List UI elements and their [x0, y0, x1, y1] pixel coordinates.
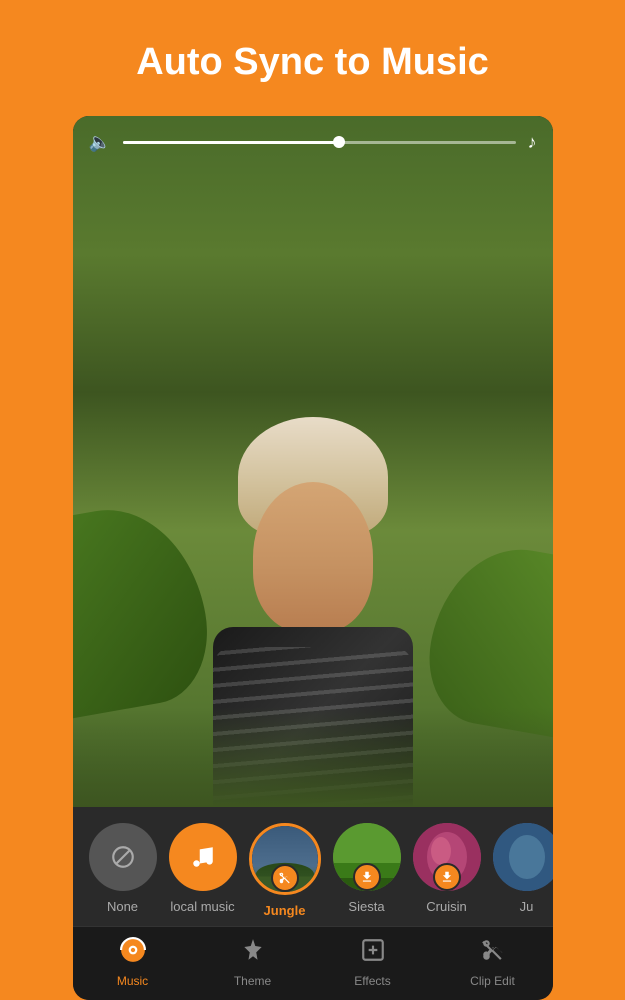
progress-fill	[123, 141, 339, 144]
video-area: 🔈 ♪	[73, 116, 553, 807]
track-item-ju[interactable]: Ju	[493, 823, 553, 918]
main-title: Auto Sync to Music	[136, 40, 489, 86]
playback-bar: 🔈 ♪	[89, 132, 537, 153]
track-item-none[interactable]: None	[89, 823, 157, 918]
track-circle-siesta[interactable]	[333, 823, 401, 891]
nav-item-clip-edit[interactable]: Clip Edit	[433, 927, 553, 1000]
track-item-siesta[interactable]: Siesta	[333, 823, 401, 918]
track-item-jungle[interactable]: Jungle	[249, 823, 321, 918]
music-nav-icon	[120, 937, 146, 970]
photo-background	[73, 116, 553, 807]
track-label-none: None	[107, 899, 138, 914]
person-head	[253, 482, 373, 632]
scissors-icon	[278, 871, 292, 885]
music-icon-svg	[120, 937, 146, 963]
phone-container: 🔈 ♪ None	[73, 116, 553, 1000]
track-circle-jungle[interactable]	[249, 823, 321, 895]
bottom-nav: Music Theme Effects	[73, 926, 553, 1000]
theme-nav-icon	[240, 937, 266, 970]
track-label-jungle: Jungle	[264, 903, 306, 918]
track-item-cruisin[interactable]: Cruisin	[413, 823, 481, 918]
track-label-siesta: Siesta	[348, 899, 384, 914]
effects-icon-svg	[360, 937, 386, 963]
none-icon	[110, 844, 136, 870]
track-circle-ju[interactable]	[493, 823, 553, 891]
nav-label-effects: Effects	[354, 974, 390, 988]
tracks-scroll: None local music	[73, 823, 553, 918]
local-music-icon	[190, 844, 216, 870]
progress-thumb	[333, 136, 345, 148]
foliage-left	[73, 495, 219, 718]
download-icon-siesta	[360, 870, 374, 884]
theme-icon-svg	[240, 937, 266, 963]
scissors-nav-icon-svg	[480, 937, 506, 963]
ju-image-icon	[493, 823, 553, 891]
download-icon-cruisin	[440, 870, 454, 884]
foliage-overlay	[73, 707, 553, 807]
effects-nav-icon	[360, 937, 386, 970]
track-circle-cruisin[interactable]	[413, 823, 481, 891]
music-tracks-bar: None local music	[73, 807, 553, 926]
track-circle-local[interactable]	[169, 823, 237, 891]
clip-edit-nav-icon	[480, 937, 506, 970]
track-label-ju: Ju	[520, 899, 534, 914]
nav-label-theme: Theme	[234, 974, 271, 988]
nav-item-music[interactable]: Music	[73, 927, 193, 1000]
music-note-icon: ♪	[528, 132, 537, 153]
progress-track[interactable]	[123, 141, 516, 144]
nav-item-effects[interactable]: Effects	[313, 927, 433, 1000]
track-item-local[interactable]: local music	[169, 823, 237, 918]
track-circle-none[interactable]	[89, 823, 157, 891]
nav-item-theme[interactable]: Theme	[193, 927, 313, 1000]
nav-label-music: Music	[117, 974, 148, 988]
ju-image	[493, 823, 553, 891]
volume-icon[interactable]: 🔈	[89, 132, 111, 153]
siesta-download-badge	[353, 863, 381, 891]
header-area: Auto Sync to Music	[0, 0, 625, 116]
cruisin-download-badge	[433, 863, 461, 891]
nav-label-clip-edit: Clip Edit	[470, 974, 515, 988]
scissors-badge	[271, 864, 299, 892]
track-label-local: local music	[170, 899, 234, 914]
track-label-cruisin: Cruisin	[426, 899, 466, 914]
